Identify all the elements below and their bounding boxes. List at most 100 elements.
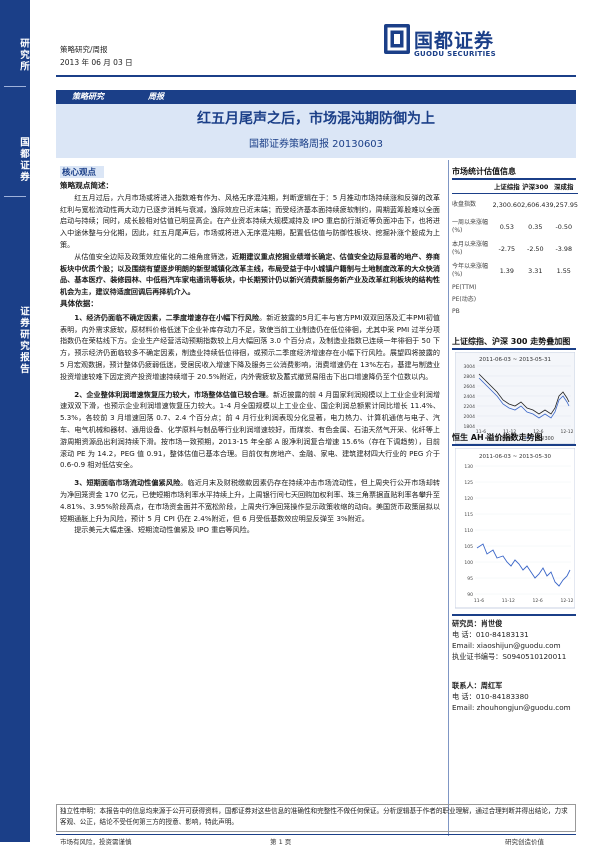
chart2-y-tick: 120 — [464, 496, 473, 502]
tag-strategy: 策略研究 — [72, 92, 104, 101]
summary-paragraph-2: 从估值安全边际及政策效应催化的二维角度筛选，近期建议重点挖掘业绩增长确定、估值安… — [60, 251, 440, 298]
report-date: 2013 年 06 月 03 日 — [60, 58, 133, 67]
analyst-2-email-label: Email: — [452, 703, 475, 712]
sidebar-label-report: 证券研究报告 — [18, 305, 29, 375]
header-divider — [56, 75, 576, 77]
report-title: 红五月尾声之后，市场混沌期防御为上 — [197, 111, 435, 127]
analyst-2-role: 联系人： — [452, 681, 481, 690]
chart2-date-range: 2011-06-03 ~ 2013-05-30 — [479, 454, 552, 460]
analyst-1-cert-row: 执业证书编号：S0940510120011 — [452, 651, 566, 662]
analyst-rule — [452, 614, 576, 616]
column-divider — [448, 160, 449, 836]
valuation-cell: -3.98 — [555, 245, 573, 253]
valuation-row: PB — [452, 306, 578, 318]
analyst-1-cert-label: 执业证书编号： — [452, 652, 503, 661]
left-sidebar: 研究所 国都证券 证券研究报告 — [0, 0, 30, 842]
chart2-x-tick: 11-12 — [502, 598, 515, 604]
valuation-cell — [550, 294, 578, 306]
valuation-cell: 1.39 — [499, 267, 514, 275]
valuation-cell: 2,606.43 — [521, 201, 550, 209]
logo-text-en: GUODU SECURITIES — [414, 50, 496, 58]
chart1-y-tick: 2404 — [464, 394, 476, 400]
valuation-cell — [493, 306, 521, 318]
chart2-y-tick: 115 — [464, 512, 473, 518]
index-overlay-chart: 2011-06-03 ~ 2013-05-313004 2804 2604 2404 2… — [455, 352, 575, 444]
footer-page: 第 1 页 — [270, 838, 292, 846]
analyst-1-email-label: Email: — [452, 641, 475, 650]
chart1-title-rule — [452, 348, 576, 350]
report-category: 策略研究/周报 — [60, 45, 108, 54]
analyst-1-role: 研究员： — [452, 619, 481, 628]
valuation-title: 市场统计估值信息 — [452, 167, 516, 176]
chart1-y-tick: 1804 — [464, 424, 476, 430]
valuation-cell: -2.50 — [527, 245, 544, 253]
chart2-y-tick: 105 — [464, 544, 473, 550]
summary-paragraph-2-text: 从估值安全边际及政策效应催化的二维角度筛选， — [74, 251, 233, 261]
chart2-y-tick: 90 — [467, 592, 473, 598]
tag-bar — [56, 90, 576, 104]
chart2-title-rule — [452, 444, 576, 446]
analyst-1-name: 肖世俊 — [480, 619, 503, 628]
sidebar-divider — [4, 196, 26, 197]
company-logo-icon — [384, 24, 410, 54]
point-3: 3、短期面临市场流动性偏紧风险。临近月末及财税缴款因素仍存在持续冲击市场流动性，… — [60, 477, 440, 524]
chart2-y-tick: 100 — [464, 560, 473, 566]
valuation-cell — [521, 294, 549, 306]
chart1-title: 上证综指、沪深 300 走势叠加图 — [452, 337, 571, 346]
analyst-block-2: 联系人：周红军 电 话：010-84183380 Email: zhouhong… — [452, 680, 571, 713]
tag-weekly: 周报 — [148, 92, 164, 101]
logo-text-cn: 国都证券 — [414, 30, 495, 52]
sidebar-label-company: 国都证券 — [18, 137, 29, 183]
risk-note: 提示美元大幅走强、短期流动性偏紧及 IPO 重启等风险。 — [74, 525, 254, 535]
valuation-cell: 9,257.95 — [549, 201, 578, 209]
chart2-x-tick: 11-6 — [474, 598, 484, 604]
valuation-row: 一周以来涨幅(%) 0.53 0.35 -0.50 — [452, 216, 578, 238]
valuation-row-label: 收盘指数 — [452, 201, 477, 208]
summary-section: 策略观点简述： 红五月过后，六月市场或将进入指数难有作为、风格无序混沌期，判断逻… — [60, 180, 440, 536]
valuation-row: 收盘指数 2,300.60 2,606.43 9,257.95 — [452, 194, 578, 217]
valuation-cell — [550, 306, 578, 318]
detail-heading: 具体依据： — [60, 298, 98, 308]
valuation-cell: -2.75 — [498, 245, 516, 253]
valuation-row: 本月以来涨幅(%) -2.75 -2.50 -3.98 — [452, 238, 578, 260]
chart2-title: 恒生 AH 溢价指数走势图 — [452, 433, 543, 442]
sidebar-divider — [4, 86, 26, 87]
valuation-cell: -0.50 — [555, 223, 573, 231]
analyst-1-phone-row: 电 话：010-84183131 — [452, 629, 566, 640]
sidebar-label-institute: 研究所 — [18, 37, 29, 73]
ah-premium-chart: 2011-06-03 ~ 2013-05-30 130 125 120 115 110 10… — [455, 448, 575, 609]
valuation-col-header: 沪深300 — [521, 180, 550, 194]
valuation-row-label: PB — [452, 308, 460, 315]
valuation-header-row: 上证综指 沪深300 深成指 — [452, 180, 578, 194]
valuation-row-label: 本月以来涨幅(%) — [452, 241, 489, 256]
valuation-table: 上证综指 沪深300 深成指 收盘指数 2,300.60 2,606.43 9,257… — [452, 180, 578, 318]
analyst-2-phone-label: 电 话： — [452, 692, 476, 701]
valuation-cell — [521, 306, 549, 318]
valuation-cell: 0.53 — [499, 223, 514, 231]
point-2: 2、企业整体利润增速恢复压力较大，市场整体估值已较合理。新近披露的前 4 月国家… — [60, 389, 440, 472]
valuation-col-header: 深成指 — [549, 180, 578, 194]
footer-slogan: 研究创造价值 — [505, 838, 544, 846]
analyst-2-email[interactable]: zhouhongjun@guodu.com — [477, 703, 571, 712]
point-1-heading: 1、经济仍面临不确定因素，二季度增速存在小幅下行风险 — [74, 312, 260, 322]
valuation-row: 今年以来涨幅(%) 1.39 3.31 1.55 — [452, 260, 578, 282]
valuation-cell: 0.35 — [528, 223, 543, 231]
valuation-row: PE(TTM) — [452, 282, 578, 294]
analyst-1-email-row: Email: xiaoshijun@guodu.com — [452, 640, 566, 651]
chart1-y-tick: 2204 — [464, 404, 476, 410]
summary-heading: 策略观点简述： — [60, 181, 114, 190]
chart1-y-tick: 2004 — [464, 414, 476, 420]
valuation-cell: 3.31 — [528, 267, 543, 275]
report-subtitle: 国都证券策略周报 20130603 — [248, 139, 384, 150]
valuation-row-label: 一周以来涨幅(%) — [452, 219, 489, 234]
footer-risk: 市场有风险，投资需谨慎 — [60, 838, 132, 846]
analyst-2-phone-row: 电 话：010-84183380 — [452, 691, 571, 702]
valuation-cell: 1.55 — [556, 267, 571, 275]
chart2-y-tick: 95 — [467, 576, 473, 582]
chart1-y-tick: 2804 — [464, 374, 476, 380]
chart1-y-tick: 2604 — [464, 384, 476, 390]
valuation-row-label: PE(动态) — [452, 296, 477, 303]
valuation-cell — [521, 282, 549, 294]
analyst-1-phone-label: 电 话： — [452, 630, 476, 639]
analyst-1-email[interactable]: xiaoshijun@guodu.com — [477, 641, 561, 650]
